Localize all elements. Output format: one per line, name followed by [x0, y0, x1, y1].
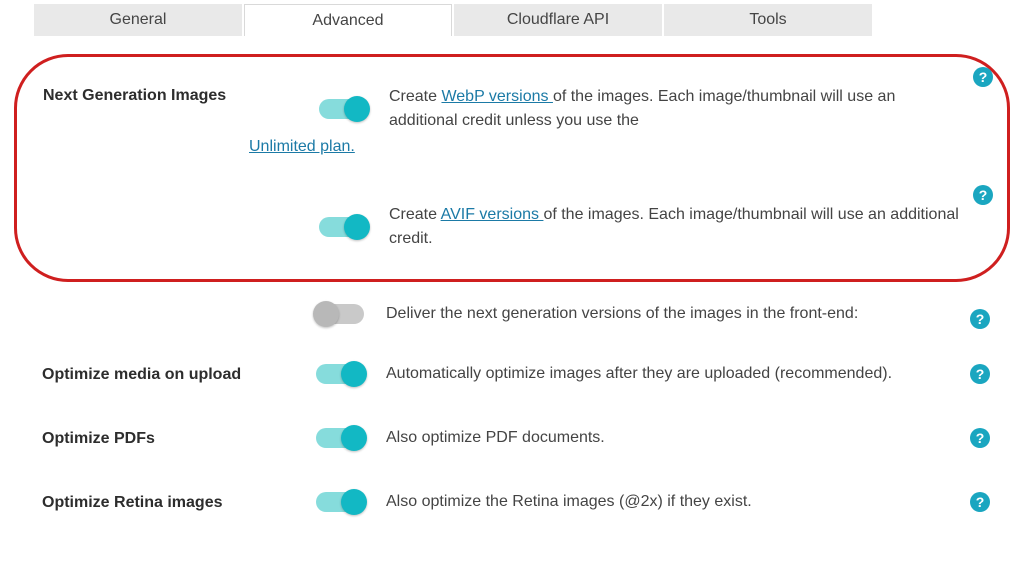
tab-advanced[interactable]: Advanced	[244, 4, 452, 36]
row-optimize-retina: Optimize Retina images Also optimize the…	[14, 470, 1010, 534]
webp-control-row: Create WebP versions of the images. Each…	[319, 85, 965, 133]
webp-control-col: ? Create WebP versions of the images. Ea…	[319, 85, 991, 159]
avif-control-row: Create AVIF versions of the images. Each…	[319, 203, 965, 251]
deliver-control-col: Deliver the next generation versions of …	[316, 302, 992, 326]
pdfs-text: Also optimize PDF documents.	[386, 426, 992, 450]
help-icon[interactable]: ?	[970, 364, 990, 384]
deliver-control-row: Deliver the next generation versions of …	[316, 302, 992, 326]
toggle-knob	[344, 214, 370, 240]
webp-text-line2: Unlimited plan.	[249, 135, 965, 159]
row-optimize-pdfs: Optimize PDFs Also optimize PDF document…	[14, 406, 1010, 470]
next-gen-highlight: Next Generation Images ? Create WebP ver…	[14, 54, 1010, 282]
avif-text: Create AVIF versions of the images. Each…	[389, 203, 965, 251]
tab-tools[interactable]: Tools	[664, 4, 872, 36]
upload-control-row: Automatically optimize images after they…	[316, 362, 992, 386]
row-avif: ? Create AVIF versions of the images. Ea…	[43, 203, 991, 251]
retina-control-row: Also optimize the Retina images (@2x) if…	[316, 490, 992, 514]
link-webp-versions[interactable]: WebP versions	[441, 88, 552, 105]
section-title-upload: Optimize media on upload	[42, 364, 316, 384]
settings-tabs: General Advanced Cloudflare API Tools	[0, 0, 1024, 36]
link-unlimited-plan[interactable]: Unlimited plan.	[249, 138, 355, 155]
spacer	[42, 313, 316, 315]
section-title-pdfs: Optimize PDFs	[42, 428, 316, 448]
deliver-text: Deliver the next generation versions of …	[386, 302, 992, 326]
toggle-knob	[341, 425, 367, 451]
webp-text-line1: Create WebP versions of the images. Each…	[389, 85, 965, 133]
row-optimize-upload: Optimize media on upload Automatically o…	[14, 342, 1010, 406]
section-title-nextgen: Next Generation Images	[43, 85, 311, 105]
avif-pre: Create	[389, 206, 441, 223]
row-webp: Next Generation Images ? Create WebP ver…	[43, 85, 991, 159]
section-title-retina: Optimize Retina images	[42, 492, 316, 512]
toggle-optimize-pdfs[interactable]	[316, 428, 364, 448]
retina-control-col: Also optimize the Retina images (@2x) if…	[316, 490, 992, 514]
link-avif-versions[interactable]: AVIF versions	[441, 206, 544, 223]
spacer	[43, 203, 311, 205]
toggle-knob	[341, 489, 367, 515]
settings-content: Next Generation Images ? Create WebP ver…	[0, 36, 1024, 534]
toggle-deliver-frontend[interactable]	[316, 304, 364, 324]
pdfs-control-row: Also optimize PDF documents.	[316, 426, 992, 450]
toggle-avif[interactable]	[319, 217, 367, 237]
help-icon[interactable]: ?	[970, 492, 990, 512]
help-icon[interactable]: ?	[973, 67, 993, 87]
toggle-optimize-upload[interactable]	[316, 364, 364, 384]
toggle-webp[interactable]	[319, 99, 367, 119]
retina-text: Also optimize the Retina images (@2x) if…	[386, 490, 992, 514]
tab-cloudflare-api[interactable]: Cloudflare API	[454, 4, 662, 36]
webp-pre: Create	[389, 88, 441, 105]
row-deliver: Deliver the next generation versions of …	[14, 296, 1010, 342]
upload-control-col: Automatically optimize images after they…	[316, 362, 992, 386]
toggle-optimize-retina[interactable]	[316, 492, 364, 512]
help-icon[interactable]: ?	[970, 428, 990, 448]
upload-text: Automatically optimize images after they…	[386, 362, 992, 386]
toggle-knob	[344, 96, 370, 122]
help-icon[interactable]: ?	[970, 309, 990, 329]
toggle-knob	[341, 361, 367, 387]
avif-control-col: ? Create AVIF versions of the images. Ea…	[319, 203, 991, 251]
tab-general[interactable]: General	[34, 4, 242, 36]
pdfs-control-col: Also optimize PDF documents.	[316, 426, 992, 450]
help-icon[interactable]: ?	[973, 185, 993, 205]
toggle-knob	[313, 301, 339, 327]
